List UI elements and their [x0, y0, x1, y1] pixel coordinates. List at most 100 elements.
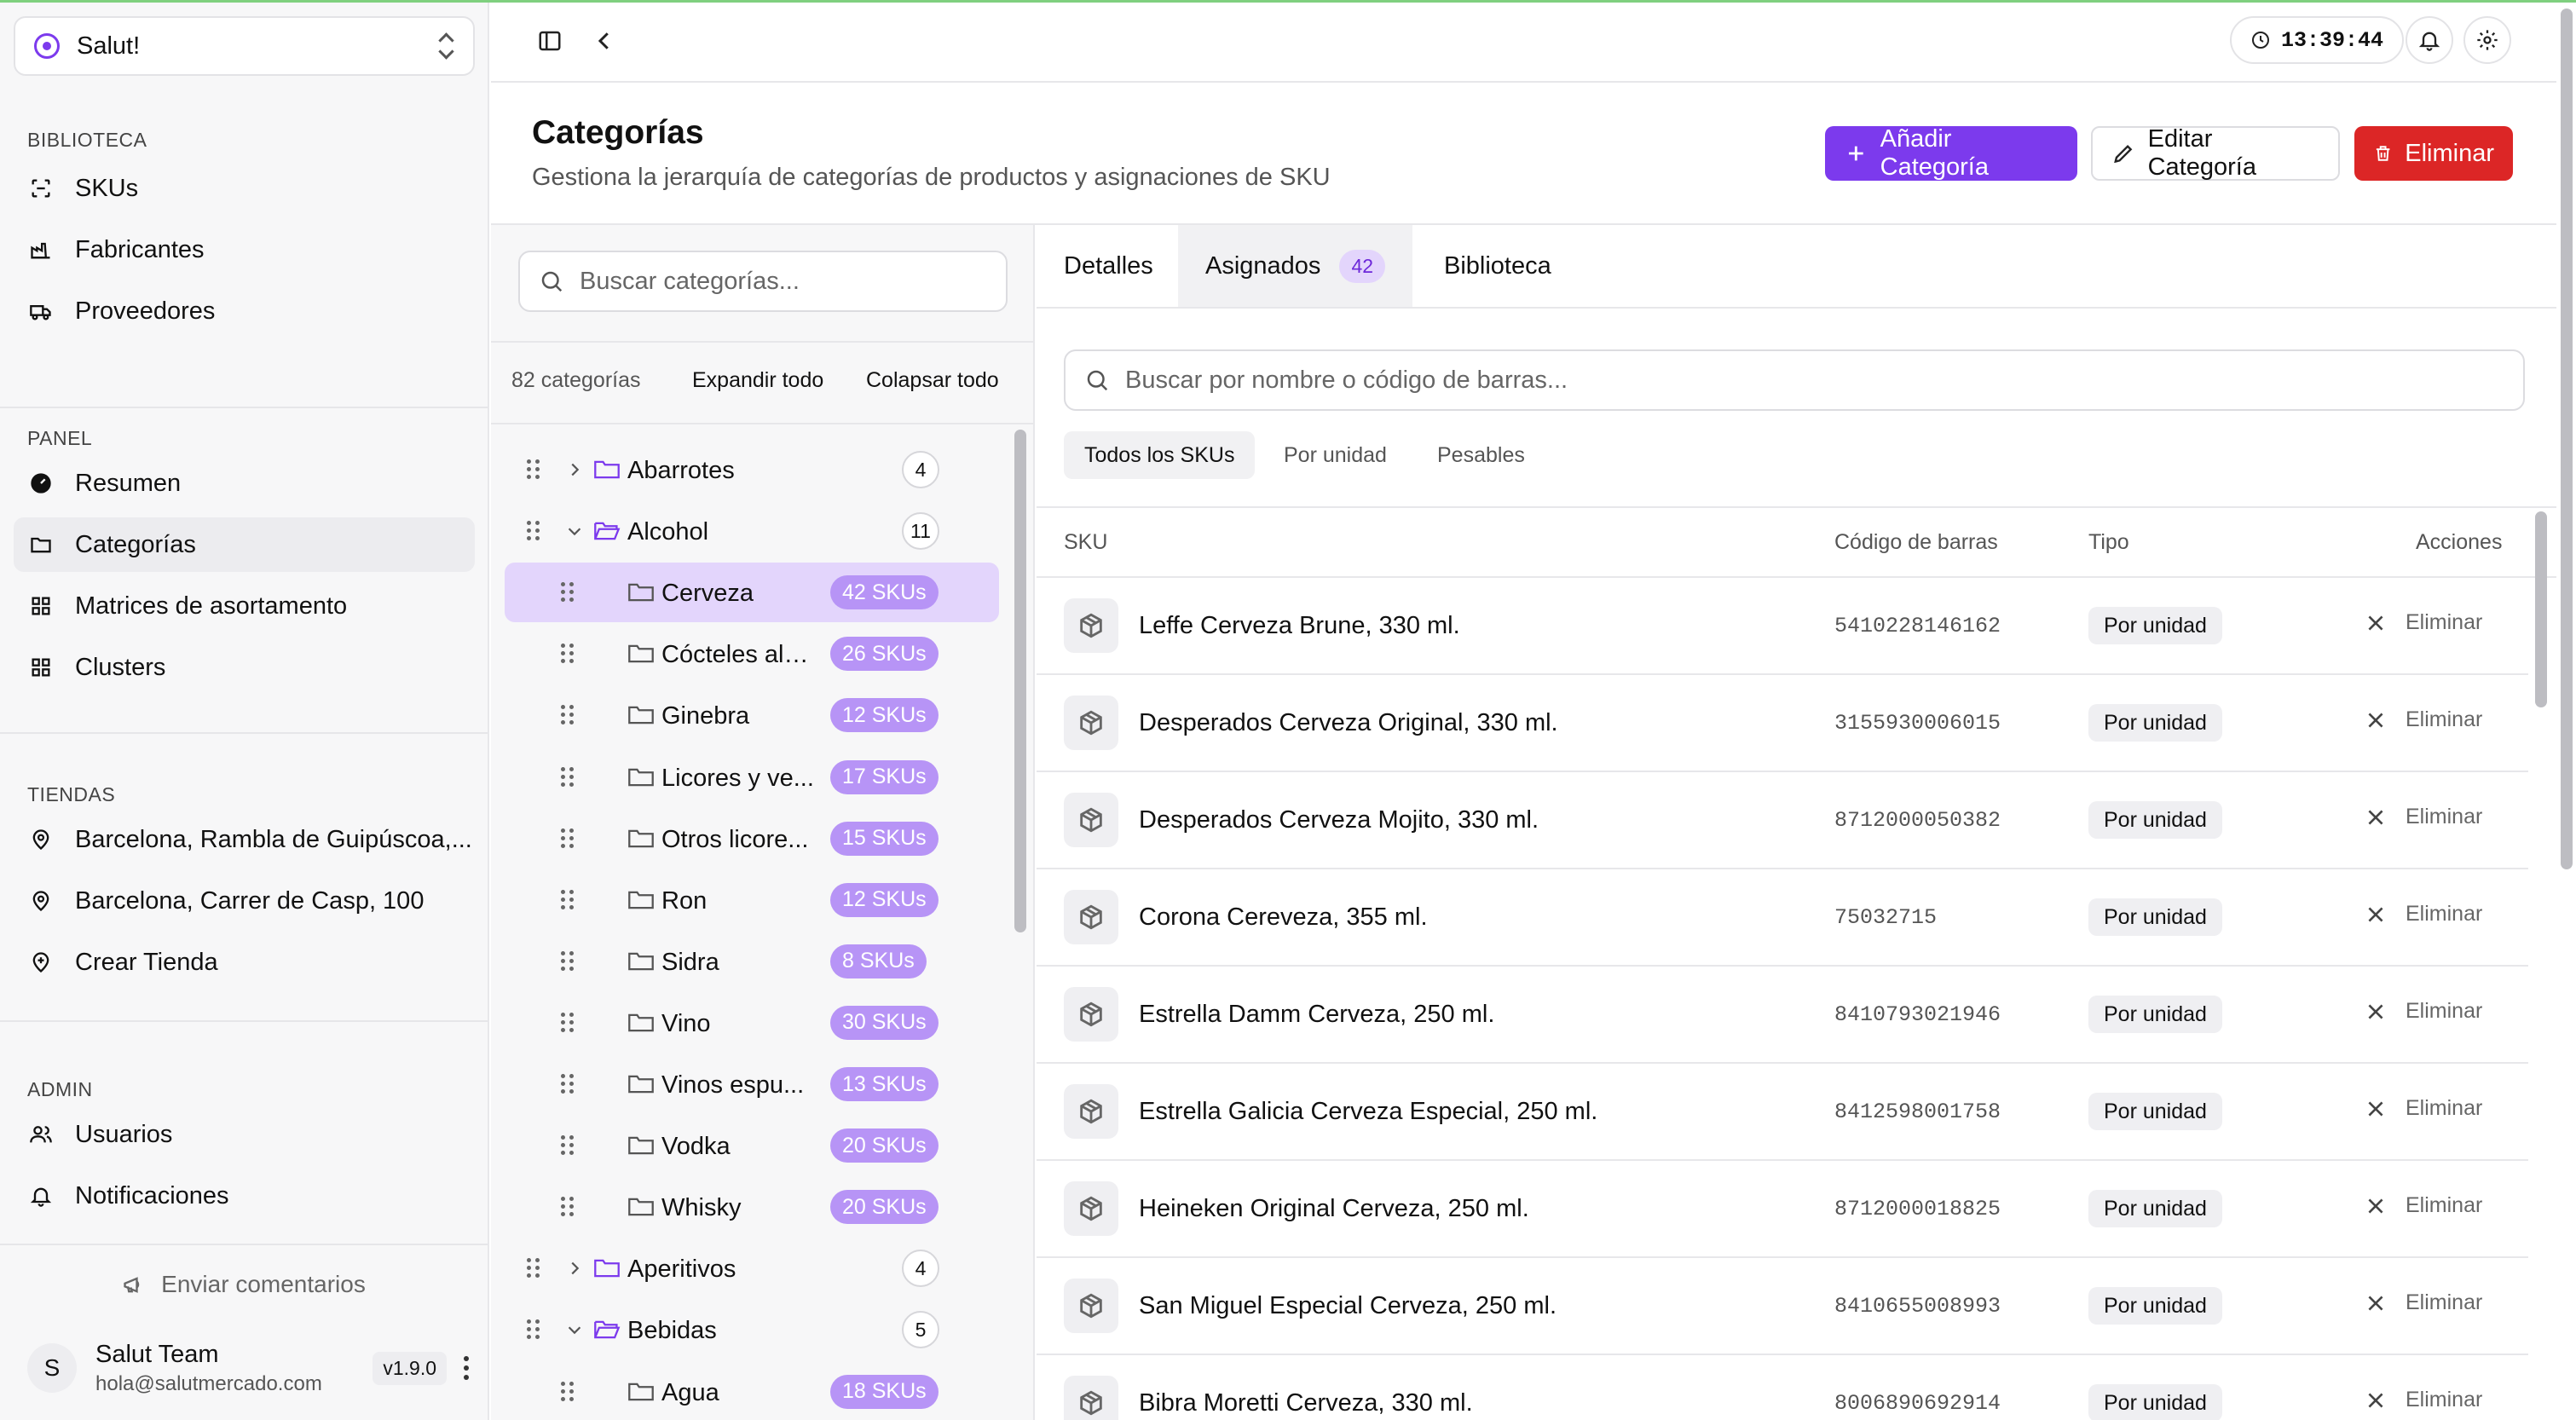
drag-handle-icon[interactable] [561, 1135, 575, 1156]
folder-icon [628, 645, 654, 663]
sidebar-item-resumen[interactable]: Resumen [14, 456, 475, 511]
sidebar-item-clusters[interactable]: Clusters [14, 640, 475, 695]
remove-button[interactable]: Eliminar [2365, 610, 2482, 635]
feedback-button[interactable]: Enviar comentarios [0, 1271, 488, 1298]
table-row[interactable]: San Miguel Especial Cerveza, 250 ml. 8410… [1037, 1258, 2528, 1355]
table-row[interactable]: Desperados Cerveza Original, 330 ml. 3155… [1037, 675, 2528, 772]
notifications-button[interactable] [2406, 16, 2453, 64]
tree-item-label: Agua [661, 1378, 719, 1406]
tree-item-ron[interactable]: Ron 12 SKUs [505, 870, 999, 930]
remove-button[interactable]: Eliminar [2365, 902, 2482, 926]
tree-item-otros-licore[interactable]: Otros licore... 15 SKUs [505, 809, 999, 869]
sidebar-item-barcelona[interactable]: Barcelona, Carrer de Casp, 100 [14, 874, 475, 928]
filter-per-unit[interactable]: Por unidad [1263, 431, 1407, 479]
remove-button[interactable]: Eliminar [2365, 805, 2482, 829]
table-row[interactable]: Leffe Cerveza Brune, 330 ml. 541022814616… [1037, 578, 2528, 675]
workspace-switcher[interactable]: Salut! [14, 16, 475, 76]
remove-button[interactable]: Eliminar [2365, 1096, 2482, 1121]
user-card[interactable]: S Salut Team hola@salutmercado.com v1.9.… [27, 1337, 471, 1399]
sidebar-item-skus[interactable]: SKUs [14, 161, 475, 216]
table-row[interactable]: Desperados Cerveza Mojito, 330 ml. 871200… [1037, 772, 2528, 869]
table-row[interactable]: Bibra Moretti Cerveza, 330 ml. 8006890692… [1037, 1355, 2528, 1420]
sidebar-item-label: Crear Tienda [75, 948, 218, 976]
collapse-all-button[interactable]: Colapsar todo [866, 368, 999, 393]
sidebar-item-notificaciones[interactable]: Notificaciones [14, 1169, 475, 1223]
delete-category-button[interactable]: Eliminar [2354, 126, 2513, 181]
tree-item-label: Alcohol [627, 518, 709, 546]
drag-handle-icon[interactable] [561, 705, 575, 725]
drag-handle-icon[interactable] [527, 1258, 540, 1279]
tree-item-bebidas[interactable]: Bebidas 5 [505, 1300, 999, 1359]
drag-handle-icon[interactable] [561, 1197, 575, 1217]
remove-button[interactable]: Eliminar [2365, 1193, 2482, 1218]
tree-item-aperitivos[interactable]: Aperitivos 4 [505, 1238, 999, 1298]
edit-category-button[interactable]: Editar Categoría [2091, 125, 2340, 181]
expand-all-button[interactable]: Expandir todo [692, 368, 823, 393]
remove-button[interactable]: Eliminar [2365, 1290, 2482, 1315]
drag-handle-icon[interactable] [527, 1319, 540, 1340]
tab-asignados[interactable]: Asignados 42 [1178, 225, 1413, 307]
table-row[interactable]: Corona Cereveza, 355 ml. 75032715 Por unid… [1037, 869, 2528, 967]
remove-button[interactable]: Eliminar [2365, 999, 2482, 1024]
remove-button[interactable]: Eliminar [2365, 707, 2482, 732]
drag-handle-icon[interactable] [561, 1012, 575, 1033]
table-scrollbar[interactable] [2535, 511, 2547, 707]
drag-handle-icon[interactable] [561, 1381, 575, 1402]
chevron-down-icon[interactable] [564, 1319, 585, 1340]
filter-all[interactable]: Todos los SKUs [1064, 431, 1256, 479]
sidebar-item-crear[interactable]: Crear Tienda [14, 935, 475, 990]
page-scrollbar[interactable] [2561, 9, 2573, 869]
package-icon [1064, 1279, 1118, 1333]
sidebar-item-matrices[interactable]: Matrices de asortamento [14, 579, 475, 633]
category-search[interactable] [518, 251, 1008, 312]
sidebar-item-proveedores[interactable]: Proveedores [14, 284, 475, 338]
sidebar-item-categorias[interactable]: Categorías [14, 517, 475, 572]
sidebar-item-barcelona[interactable]: Barcelona, Rambla de Guipúscoa,... [14, 812, 475, 867]
toggle-sidebar-button[interactable] [527, 18, 573, 64]
filter-weighable[interactable]: Pesables [1417, 431, 1545, 479]
chevron-right-icon[interactable] [564, 459, 585, 480]
category-search-input[interactable] [580, 267, 989, 296]
chevron-down-icon[interactable] [564, 521, 585, 541]
tab-detalles[interactable]: Detalles [1037, 225, 1181, 307]
tree-item-licores-y-ve[interactable]: Licores y ve... 17 SKUs [505, 748, 999, 807]
tree-item-whisky[interactable]: Whisky 20 SKUs [505, 1177, 999, 1237]
folder-icon [628, 1198, 654, 1216]
tree-item-agua[interactable]: Agua 18 SKUs [505, 1362, 999, 1420]
table-row[interactable]: Estrella Galicia Cerveza Especial, 250 m… [1037, 1064, 2528, 1161]
sidebar-item-fabricantes[interactable]: Fabricantes [14, 222, 475, 277]
drag-handle-icon[interactable] [561, 1074, 575, 1094]
drag-handle-icon[interactable] [561, 950, 575, 972]
tree-item-abarrotes[interactable]: Abarrotes 4 [505, 440, 999, 499]
tree-item-alcohol[interactable]: Alcohol 11 [505, 501, 999, 561]
tree-item-cerveza[interactable]: Cerveza 42 SKUs [505, 563, 999, 623]
sku-search[interactable] [1064, 349, 2525, 411]
category-scrollbar[interactable] [1014, 430, 1026, 932]
drag-handle-icon[interactable] [561, 582, 575, 603]
add-category-button[interactable]: Añadir Categoría [1825, 125, 2077, 181]
drag-handle-icon[interactable] [561, 766, 575, 788]
sidebar-item-usuarios[interactable]: Usuarios [14, 1107, 475, 1162]
settings-button[interactable] [2463, 16, 2511, 64]
tree-item-ginebra[interactable]: Ginebra 12 SKUs [505, 685, 999, 745]
drag-handle-icon[interactable] [561, 828, 575, 849]
tree-item-c-cteles-alc[interactable]: Cócteles alc... 26 SKUs [505, 624, 999, 684]
drag-handle-icon[interactable] [527, 459, 540, 480]
drag-handle-icon[interactable] [527, 521, 540, 541]
tree-item-sidra[interactable]: Sidra 8 SKUs [505, 932, 999, 991]
sku-type-badge: Por unidad [2088, 607, 2222, 644]
table-row[interactable]: Estrella Damm Cerveza, 250 ml. 8410793021… [1037, 967, 2528, 1064]
sku-search-input[interactable] [1125, 366, 2489, 395]
tab-biblioteca[interactable]: Biblioteca [1417, 225, 1579, 307]
back-button[interactable] [581, 18, 627, 64]
drag-handle-icon[interactable] [561, 889, 575, 910]
table-row[interactable]: Heineken Original Cerveza, 250 ml. 871200… [1037, 1161, 2528, 1258]
remove-button[interactable]: Eliminar [2365, 1388, 2482, 1412]
chevron-right-icon[interactable] [564, 1258, 585, 1279]
more-vertical-icon[interactable] [462, 1356, 471, 1380]
pencil-icon [2114, 144, 2133, 164]
drag-handle-icon[interactable] [561, 644, 575, 664]
tree-item-vodka[interactable]: Vodka 20 SKUs [505, 1116, 999, 1175]
tree-item-vinos-espu[interactable]: Vinos espu... 13 SKUs [505, 1054, 999, 1114]
tree-item-vino[interactable]: Vino 30 SKUs [505, 993, 999, 1053]
